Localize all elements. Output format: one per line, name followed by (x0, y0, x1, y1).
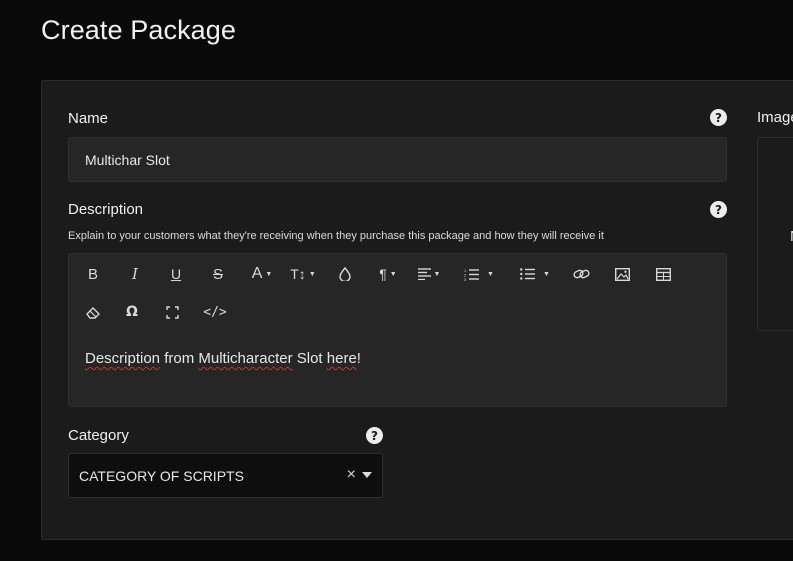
link-icon (572, 269, 590, 279)
svg-text:3: 3 (464, 277, 467, 281)
editor-word: ! (356, 350, 361, 367)
ordered-list-button[interactable]: 1 2 3 ▼ (459, 264, 499, 284)
color-drop-icon (339, 267, 351, 281)
name-label: Name (68, 110, 109, 127)
paragraph-icon: ¶ (379, 266, 387, 282)
strikethrough-icon: S (212, 265, 223, 283)
underline-button[interactable]: U (166, 264, 186, 284)
eraser-icon (85, 306, 100, 319)
chevron-down-icon[interactable] (362, 472, 372, 478)
editor-word: Description (85, 350, 161, 367)
eraser-button[interactable] (83, 302, 103, 322)
image-icon (614, 267, 630, 281)
paragraph-button[interactable]: ¶ ▼ (373, 264, 403, 284)
create-package-card: Name ? Multichar Slot Description ? Expl… (41, 80, 793, 540)
strikethrough-button[interactable]: S (208, 264, 228, 284)
name-input[interactable]: Multichar Slot (68, 137, 727, 182)
page-title: Create Package (41, 15, 237, 45)
category-selected-value: CATEGORY OF SCRIPTS (79, 467, 244, 484)
category-help-icon[interactable]: ? (366, 427, 383, 444)
description-hint: Explain to your customers what they're r… (68, 230, 604, 242)
align-button[interactable]: ▼ (414, 264, 444, 284)
bold-button[interactable]: B (83, 264, 103, 284)
italic-icon: I (132, 265, 138, 283)
font-size-icon: T↕ (290, 266, 306, 282)
chevron-down-icon: ▼ (265, 270, 273, 278)
editor-word: Multicharacter (198, 350, 293, 367)
editor-word: from (160, 350, 199, 367)
fullscreen-icon (165, 305, 179, 319)
link-button[interactable] (571, 264, 591, 284)
italic-button[interactable]: I (125, 264, 145, 284)
description-help-icon[interactable]: ? (710, 201, 727, 218)
chevron-down-icon: ▼ (389, 270, 397, 278)
unordered-list-icon (520, 268, 536, 280)
chevron-down-icon: ▼ (487, 270, 494, 278)
chevron-down-icon: ▼ (543, 270, 550, 278)
chevron-down-icon: ▼ (433, 270, 441, 278)
category-select[interactable]: CATEGORY OF SCRIPTS × (68, 453, 383, 498)
font-color-icon: A (251, 265, 263, 282)
image-button[interactable] (612, 264, 632, 284)
align-icon (417, 268, 431, 280)
underline-icon: U (170, 266, 182, 282)
special-char-button[interactable]: Ω (122, 302, 142, 322)
editor-content[interactable]: Description from Multicharacter Slot her… (85, 350, 361, 367)
table-icon (655, 267, 671, 281)
category-label: Category (68, 427, 129, 444)
description-editor: B I U S A ▼ T↕ ▼ ¶ ▼ ▼ 1 2 3 ▼ ▼ Ω </> D… (68, 253, 727, 407)
font-size-button[interactable]: T↕ ▼ (288, 264, 318, 284)
name-help-icon[interactable]: ? (710, 109, 727, 126)
ordered-list-icon: 123 (464, 268, 480, 281)
chevron-down-icon: ▼ (308, 270, 316, 278)
unordered-list-button[interactable]: ▼ (515, 264, 555, 284)
editor-word: here (326, 350, 357, 367)
fullscreen-button[interactable] (162, 302, 182, 322)
code-view-button[interactable]: </> (203, 302, 227, 322)
image-label: Image (757, 109, 793, 126)
description-label: Description (68, 201, 144, 218)
bold-icon: B (87, 265, 98, 283)
code-icon: </> (203, 304, 227, 320)
color-drop-button[interactable] (335, 264, 355, 284)
font-color-button[interactable]: A ▼ (247, 264, 277, 284)
clear-icon[interactable]: × (347, 466, 356, 484)
omega-icon: Ω (126, 304, 138, 320)
editor-word: Slot (292, 350, 327, 367)
image-dropzone[interactable]: N (757, 137, 793, 331)
table-button[interactable] (653, 264, 673, 284)
